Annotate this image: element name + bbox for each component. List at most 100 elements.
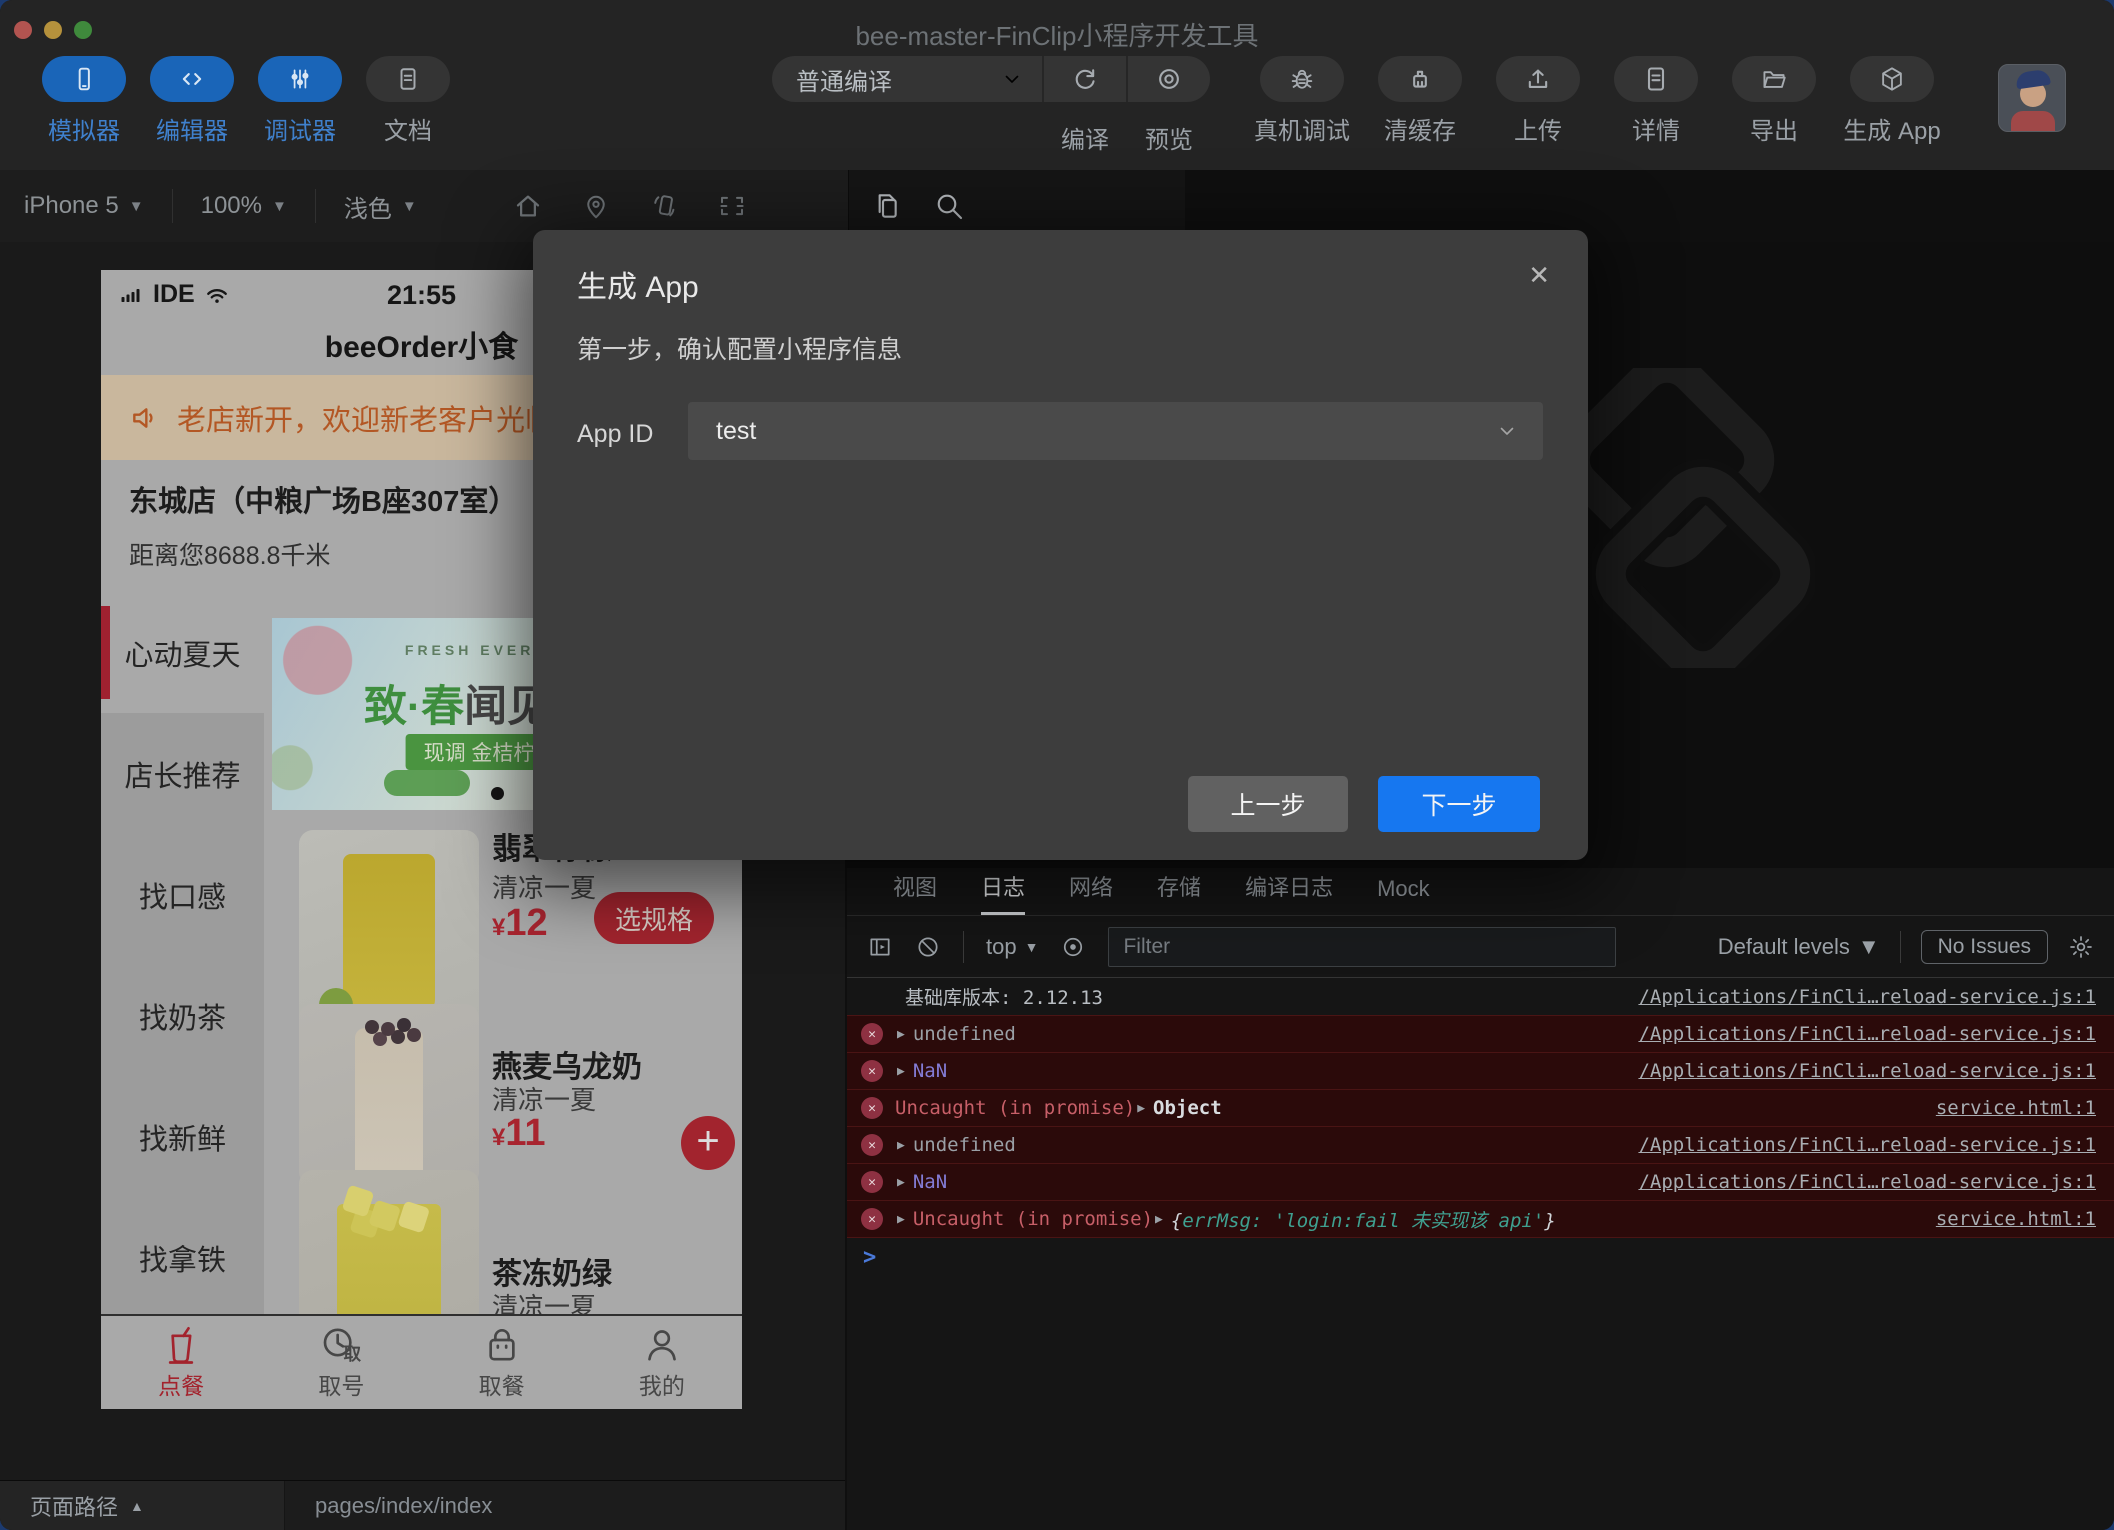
- sidebar-item-category[interactable]: 找新鲜: [101, 1076, 264, 1197]
- notice-text: 老店新开，欢迎新老客户光临: [177, 397, 554, 439]
- code-icon: [179, 66, 205, 92]
- expand-caret-icon[interactable]: ▶: [1155, 1212, 1163, 1227]
- close-icon[interactable]: ✕: [1528, 260, 1550, 291]
- toolbar-actions-group: 真机调试清缓存 上传详情 导出生成 App: [1256, 56, 1938, 146]
- finclip-logo-watermark: [1555, 368, 1815, 668]
- compile-mode-select[interactable]: 普通编译: [772, 56, 1042, 102]
- product-row: 茶冻奶绿清凉一夏: [264, 1168, 742, 1314]
- source-link[interactable]: /Applications/FinCli…reload-service.js:1: [1614, 1134, 2096, 1156]
- source-link[interactable]: /Applications/FinCli…reload-service.js:1: [1614, 1023, 2096, 1045]
- console-tab[interactable]: 日志: [981, 870, 1025, 915]
- expand-caret-icon[interactable]: ▶: [897, 1175, 905, 1190]
- toolbar-doc-button[interactable]: 文档: [362, 56, 454, 146]
- preview-button[interactable]: [1128, 56, 1210, 102]
- context-select[interactable]: top▼: [986, 934, 1038, 960]
- copy-page-icon[interactable]: [871, 190, 903, 222]
- search-icon[interactable]: [933, 190, 965, 222]
- error-icon: ✕: [861, 1208, 883, 1230]
- console-prompt[interactable]: >: [847, 1238, 2114, 1276]
- tab-drink[interactable]: 点餐: [101, 1316, 261, 1409]
- location-icon[interactable]: [581, 191, 611, 221]
- toolbar-cube-label: 生成 App: [1843, 111, 1940, 146]
- source-link[interactable]: /Applications/FinCli…reload-service.js:1: [1614, 986, 2096, 1008]
- expand-caret-icon[interactable]: ▶: [897, 1212, 905, 1227]
- eye-icon[interactable]: [1060, 934, 1086, 960]
- toolbar-upload-button[interactable]: 上传: [1492, 56, 1584, 146]
- tab-bag[interactable]: 取餐: [422, 1316, 582, 1409]
- theme-select[interactable]: 浅色▼: [344, 189, 417, 224]
- toolbar-detail-button[interactable]: 详情: [1610, 56, 1702, 146]
- console-toolbar: top▼ Default levels▼ No Issues: [847, 916, 2114, 978]
- console-row: ✕▶NaN/Applications/FinCli…reload-service…: [847, 1163, 2114, 1201]
- triangle-up-icon: ▲: [130, 1498, 144, 1514]
- expand-caret-icon[interactable]: ▶: [897, 1138, 905, 1153]
- device-select[interactable]: iPhone 5▼: [24, 192, 144, 220]
- console-filter-input[interactable]: [1108, 927, 1616, 967]
- sidebar-item-category[interactable]: 找拿铁: [101, 1197, 264, 1318]
- rotate-device-icon[interactable]: [649, 191, 679, 221]
- toolbar-phone-button[interactable]: 模拟器: [38, 56, 130, 146]
- user-avatar[interactable]: [1998, 64, 2066, 132]
- console-row: ✕Uncaught (in promise)▶Objectservice.htm…: [847, 1089, 2114, 1127]
- toolbar-broom-button[interactable]: 清缓存: [1374, 56, 1466, 146]
- zoom-select[interactable]: 100%▼: [201, 192, 287, 220]
- compile-group: 普通编译 编译 预览: [772, 56, 1210, 102]
- product-price: ¥11: [492, 1112, 546, 1155]
- console-tabs: 视图日志网络存储编译日志 Mock: [847, 868, 2114, 916]
- store-distance: 距离您8688.8千米: [129, 536, 330, 572]
- add-item-button[interactable]: +: [681, 1116, 735, 1170]
- log-text: {errMsg: 'login:fail 未实现该 api'}: [1171, 1206, 1556, 1233]
- store-name: 东城店（中粮广场B座307室）: [129, 478, 517, 520]
- error-icon: ✕: [861, 1060, 883, 1082]
- sidebar-item-category[interactable]: 找奶茶: [101, 955, 264, 1076]
- source-link[interactable]: service.html:1: [1912, 1097, 2096, 1119]
- compile-button[interactable]: [1044, 56, 1126, 102]
- console-tab[interactable]: Mock: [1377, 876, 1430, 915]
- previous-step-button[interactable]: 上一步: [1188, 776, 1348, 832]
- source-link[interactable]: service.html:1: [1912, 1208, 2096, 1230]
- console-tab[interactable]: 网络: [1069, 870, 1113, 915]
- expand-caret-icon[interactable]: ▶: [1137, 1101, 1145, 1116]
- doc-icon: [395, 66, 421, 92]
- source-link[interactable]: /Applications/FinCli…reload-service.js:1: [1614, 1060, 2096, 1082]
- console-tab[interactable]: 存储: [1157, 870, 1201, 915]
- home-icon[interactable]: [513, 191, 543, 221]
- sidebar-item-category[interactable]: 心动夏天: [101, 592, 264, 713]
- page-path-toggle[interactable]: 页面路径▲: [0, 1481, 285, 1530]
- toolbar-bug-button[interactable]: 真机调试: [1256, 56, 1348, 146]
- sidebar-item-category[interactable]: 店长推荐: [101, 713, 264, 834]
- app-id-label: App ID: [577, 420, 653, 449]
- refresh-icon: [1071, 65, 1099, 93]
- toolbar-cube-button[interactable]: 生成 App: [1846, 56, 1938, 146]
- log-levels-select[interactable]: Default levels▼: [1718, 934, 1880, 960]
- log-text: 基础库版本: 2.12.13: [905, 983, 1103, 1010]
- console-tab[interactable]: 编译日志: [1245, 870, 1333, 915]
- dock-panel-icon[interactable]: [867, 934, 893, 960]
- drink-icon: [161, 1325, 201, 1365]
- product-price: ¥12: [492, 902, 548, 945]
- expand-caret-icon[interactable]: ▶: [897, 1027, 905, 1042]
- clear-console-icon[interactable]: [915, 934, 941, 960]
- source-link[interactable]: /Applications/FinCli…reload-service.js:1: [1614, 1171, 2096, 1193]
- tab-user[interactable]: 我的: [582, 1316, 742, 1409]
- scan-icon[interactable]: [717, 191, 747, 221]
- toolbar-sliders-button[interactable]: 调试器: [254, 56, 346, 146]
- sidebar-item-category[interactable]: 找口感: [101, 834, 264, 955]
- console-tab[interactable]: 视图: [893, 870, 937, 915]
- toolbar-broom-label: 清缓存: [1384, 111, 1456, 146]
- toolbar-code-button[interactable]: 编辑器: [146, 56, 238, 146]
- expand-caret-icon[interactable]: ▶: [897, 1064, 905, 1079]
- choose-spec-button[interactable]: 选规格: [594, 892, 714, 944]
- next-step-button[interactable]: 下一步: [1378, 776, 1540, 832]
- app-id-select[interactable]: test: [688, 402, 1543, 460]
- dialog-step-text: 第一步，确认配置小程序信息: [577, 330, 902, 366]
- sliders-icon: [287, 66, 313, 92]
- log-text: Object: [1153, 1097, 1222, 1119]
- toolbar-code-label: 编辑器: [156, 111, 228, 146]
- toolbar-detail-label: 详情: [1632, 111, 1680, 146]
- no-issues-button[interactable]: No Issues: [1921, 930, 2048, 964]
- carousel-dot: [491, 787, 504, 800]
- gear-icon[interactable]: [2068, 934, 2094, 960]
- toolbar-folder-button[interactable]: 导出: [1728, 56, 1820, 146]
- tab-clock[interactable]: 取取号: [261, 1316, 421, 1409]
